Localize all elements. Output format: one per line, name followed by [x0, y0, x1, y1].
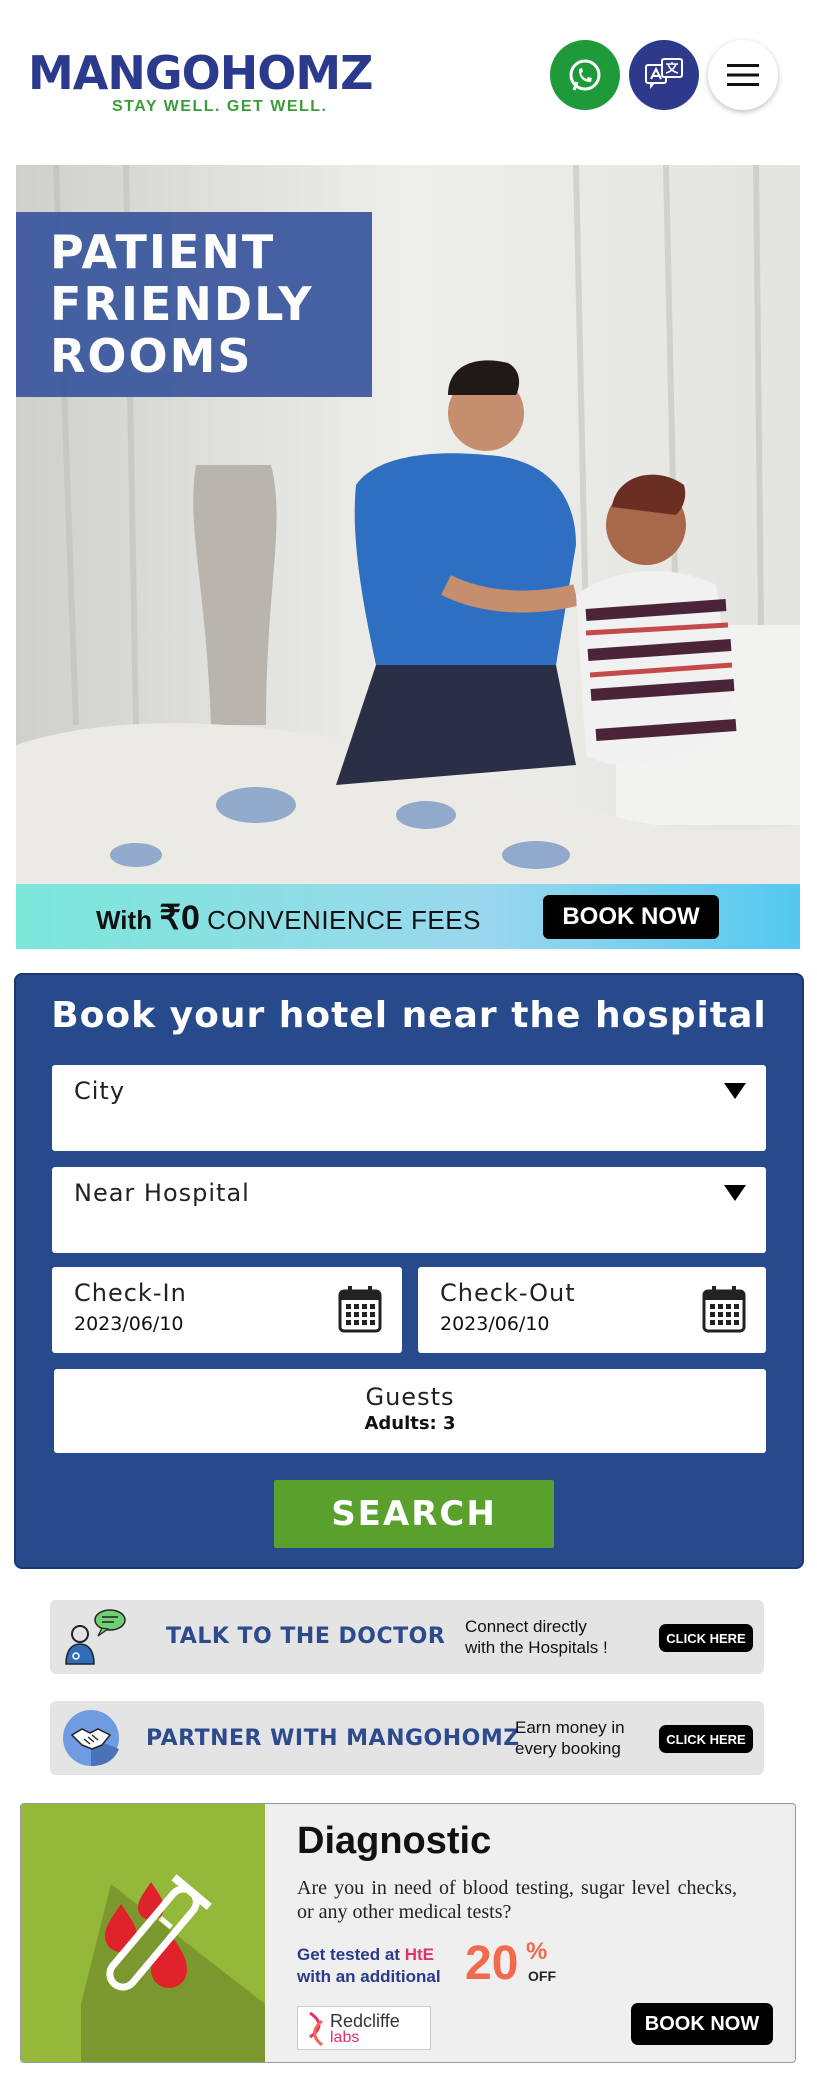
promo-desc-line: with the Hospitals !	[465, 1638, 608, 1657]
discount-off-label: OFF	[528, 1968, 556, 1984]
hero-title-line: PATIENT	[50, 225, 276, 279]
guests-label: Guests	[365, 1383, 455, 1411]
city-select[interactable]: City	[52, 1065, 766, 1151]
diagnostic-book-now-button[interactable]: BOOK NOW	[631, 2003, 773, 2045]
diagnostic-banner[interactable]: Diagnostic Are you in need of blood test…	[20, 1803, 796, 2063]
translate-button[interactable]	[629, 40, 699, 110]
discount-percent-symbol: %	[526, 1938, 548, 1965]
strip-suffix: CONVENIENCE FEES	[207, 905, 481, 935]
promo-desc-line: Connect directly	[465, 1617, 587, 1636]
search-button[interactable]: SEARCH	[274, 1480, 554, 1548]
logo-wordmark: MANGOHOMZ	[28, 46, 373, 100]
promo-description: Connect directly with the Hospitals !	[465, 1616, 608, 1658]
strip-prefix: With	[96, 905, 153, 935]
checkout-value: 2023/06/10	[440, 1313, 550, 1335]
booking-heading: Book your hotel near the hospital	[51, 995, 767, 1036]
checkin-date-field[interactable]: Check-In 2023/06/10	[52, 1267, 402, 1353]
doctor-chat-icon	[65, 1609, 126, 1665]
redcliffe-sub: labs	[330, 2029, 360, 2046]
promo-desc-line: every booking	[515, 1739, 621, 1758]
guests-field[interactable]: Guests Adults: 3	[54, 1369, 766, 1453]
city-label: City	[74, 1077, 126, 1105]
calendar-icon[interactable]	[702, 1285, 746, 1333]
whatsapp-button[interactable]	[550, 40, 620, 110]
calendar-icon[interactable]	[338, 1285, 382, 1333]
dropdown-caret-icon	[724, 1083, 746, 1099]
site-header: MANGOHOMZ STAY WELL. GET WELL.	[0, 0, 817, 160]
redcliffe-labs-logo: Redcliffe labs	[297, 2006, 431, 2050]
diagnostic-description: Are you in need of blood testing, sugar …	[297, 1877, 737, 1923]
hero-book-now-button[interactable]: BOOK NOW	[543, 895, 719, 939]
hero-title-box: PATIENT FRIENDLY ROOMS	[16, 212, 372, 397]
convenience-fee-text: With ₹0 CONVENIENCE FEES	[96, 898, 481, 938]
logo-tagline: STAY WELL. GET WELL.	[112, 98, 328, 115]
checkin-value: 2023/06/10	[74, 1313, 184, 1335]
offer-suffix: with an additional	[297, 1967, 441, 1986]
diagnostic-title: Diagnostic	[297, 1820, 492, 1862]
hospital-label: Near Hospital	[74, 1179, 250, 1207]
blood-test-tube-icon	[81, 1874, 265, 2062]
hero-title-line: FRIENDLY	[50, 277, 314, 331]
talk-to-doctor-click-button[interactable]: CLICK HERE	[659, 1624, 753, 1652]
offer-brand: HtE	[404, 1945, 434, 1964]
partner-banner[interactable]: PARTNER WITH MANGOHOMZ Earn money in eve…	[50, 1701, 764, 1775]
guests-value: Adults: 3	[364, 1413, 456, 1434]
promo-description: Earn money in every booking	[515, 1717, 625, 1759]
talk-to-doctor-banner[interactable]: TALK TO THE DOCTOR Connect directly with…	[50, 1600, 764, 1674]
mangohomz-logo[interactable]: MANGOHOMZ STAY WELL. GET WELL.	[28, 48, 398, 120]
whatsapp-icon	[569, 59, 601, 91]
hero-title-line: ROOMS	[50, 329, 253, 383]
hero-banner[interactable]: PATIENT FRIENDLY ROOMS With ₹0 CONVENIEN…	[16, 165, 800, 949]
hospital-select[interactable]: Near Hospital	[52, 1167, 766, 1253]
diagnostic-offer-text: Get tested at HtE with an additional	[297, 1944, 441, 1988]
booking-form: Book your hotel near the hospital City N…	[14, 973, 804, 1569]
redcliffe-logo-icon	[309, 2011, 323, 2047]
convenience-fee-strip: With ₹0 CONVENIENCE FEES BOOK NOW	[16, 884, 800, 949]
promo-desc-line: Earn money in	[515, 1718, 625, 1737]
dropdown-caret-icon	[724, 1185, 746, 1201]
partner-click-button[interactable]: CLICK HERE	[659, 1725, 753, 1753]
strip-amount: ₹0	[159, 899, 200, 937]
hamburger-menu-icon	[727, 64, 759, 86]
checkout-label: Check-Out	[440, 1279, 576, 1307]
menu-button[interactable]	[708, 40, 778, 110]
discount-value: 20	[465, 1937, 519, 1990]
checkout-date-field[interactable]: Check-Out 2023/06/10	[418, 1267, 766, 1353]
diagnostic-illustration	[21, 1804, 265, 2062]
promo-title: TALK TO THE DOCTOR	[166, 1624, 446, 1649]
handshake-icon	[63, 1710, 119, 1766]
promo-title: PARTNER WITH MANGOHOMZ	[146, 1726, 520, 1751]
checkin-label: Check-In	[74, 1279, 187, 1307]
translate-icon	[645, 58, 683, 89]
offer-prefix: Get tested at	[297, 1945, 400, 1964]
